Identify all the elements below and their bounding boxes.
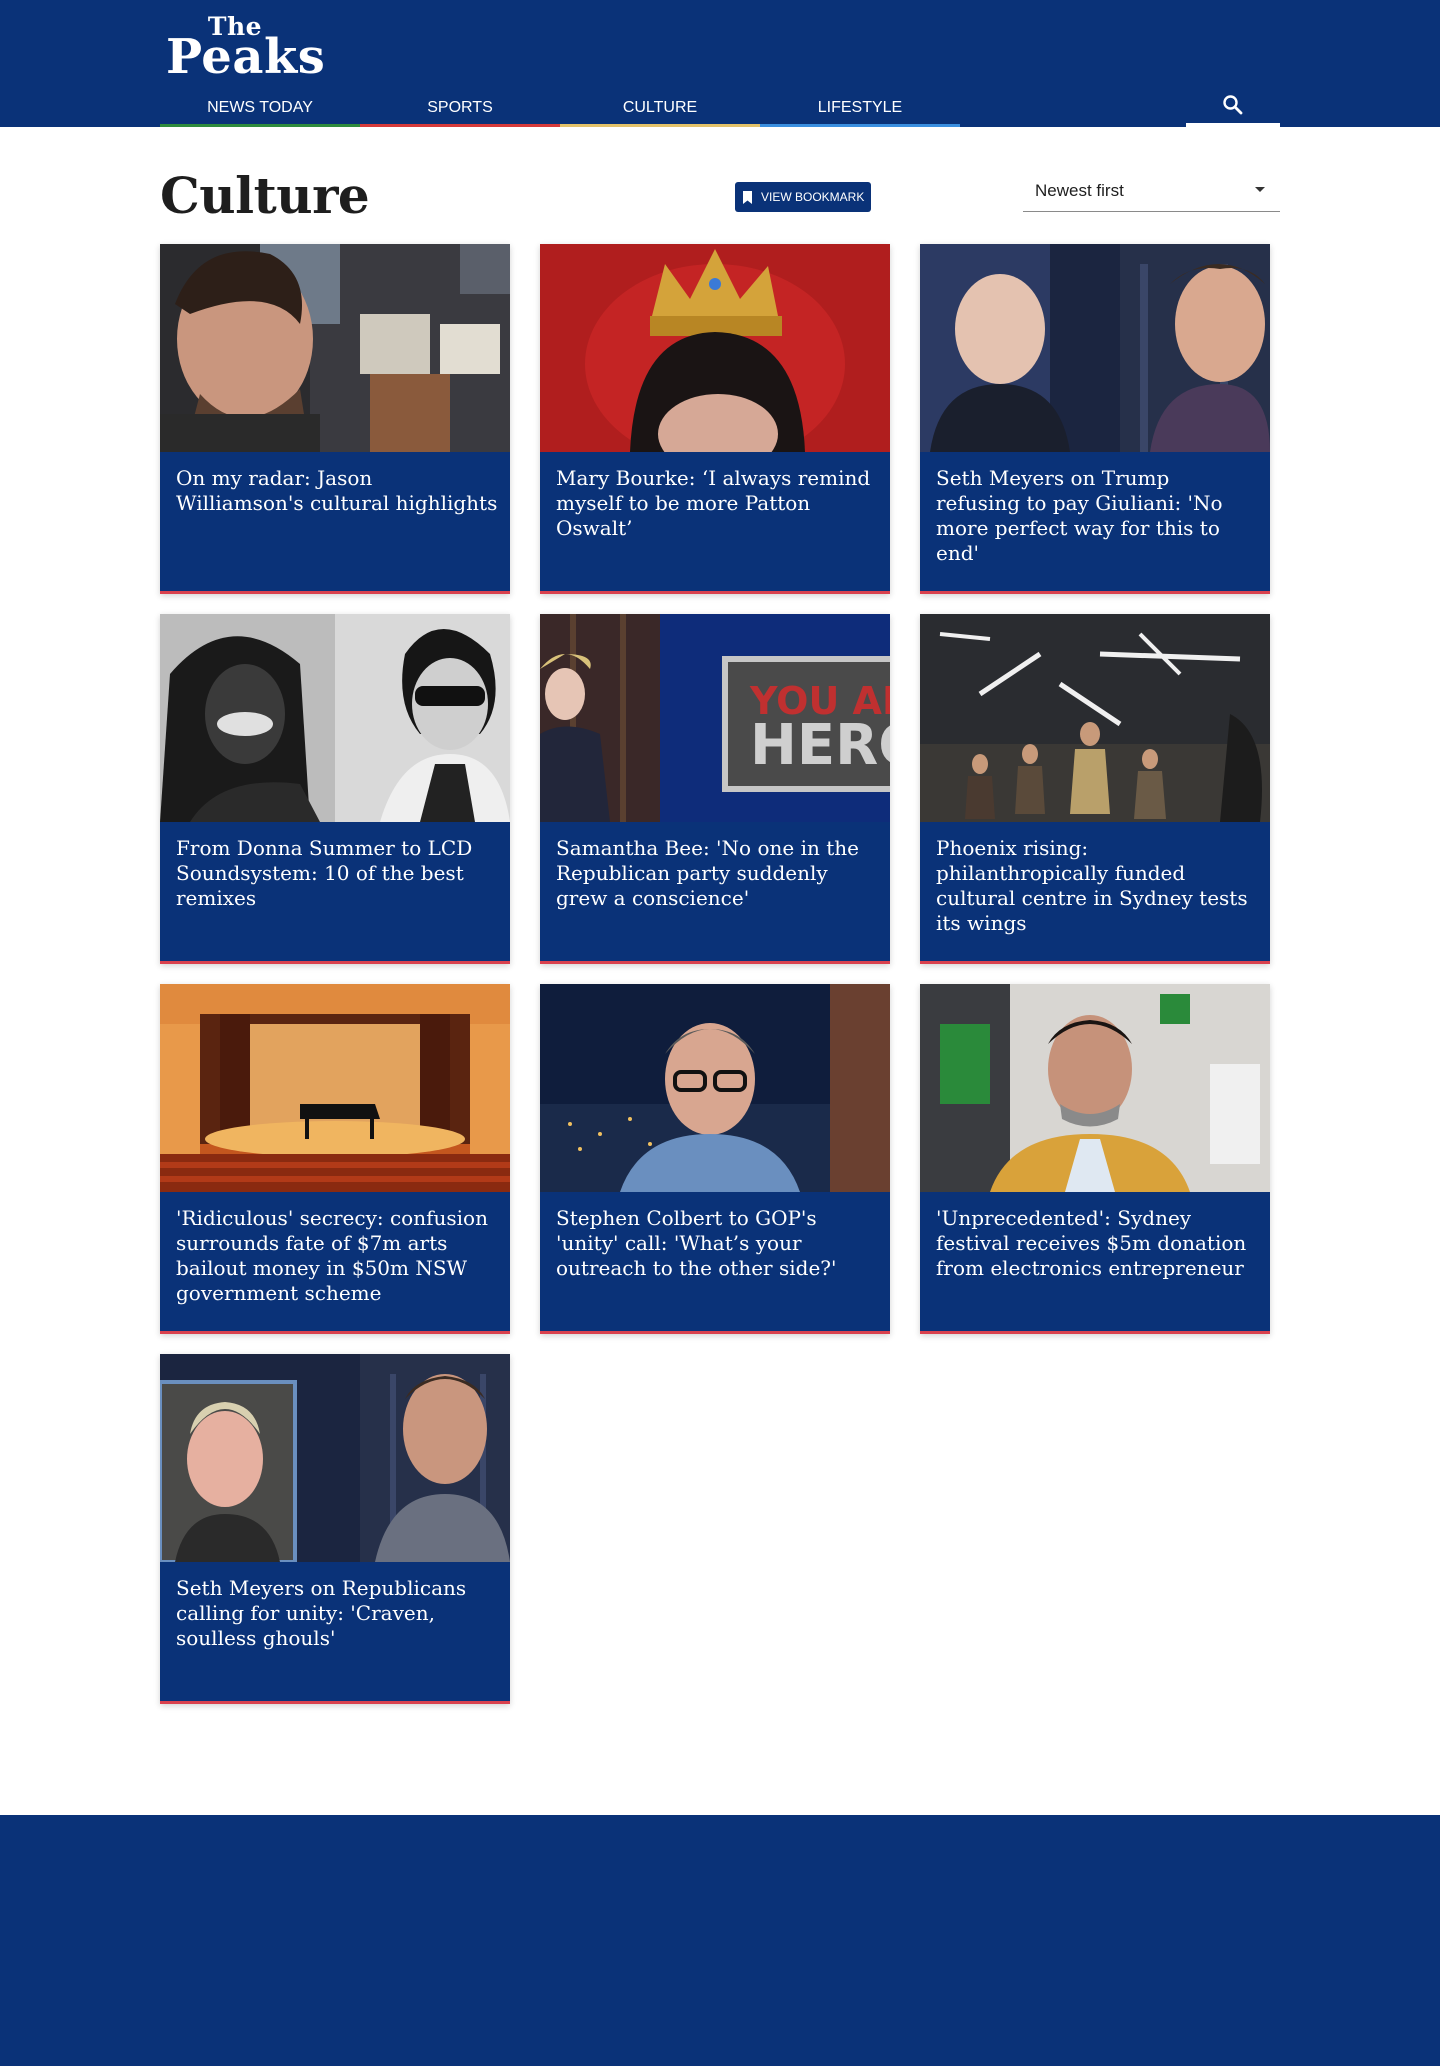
article-card[interactable]: 'Ridiculous' secrecy: confusion surround… [160,984,510,1334]
article-card[interactable]: Seth Meyers on Trump refusing to pay Giu… [920,244,1270,594]
article-image [160,614,510,822]
card-accent-line [540,591,890,594]
article-image: YOU ARE HERO [540,614,890,822]
article-image [920,614,1270,822]
article-headline: Phoenix rising: philanthropically funded… [936,836,1248,935]
view-bookmark-label: VIEW BOOKMARK [761,190,865,204]
article-card[interactable]: Phoenix rising: philanthropically funded… [920,614,1270,964]
site-header: The Peaks NEWS TODAY SPORTS CULTURE LIFE… [0,0,1440,127]
article-headline: 'Unprecedented': Sydney festival receive… [936,1206,1247,1280]
nav-label: CULTURE [622,99,698,116]
card-accent-line [920,591,1270,594]
card-accent-line [920,1331,1270,1334]
article-image [920,984,1270,1192]
article-headline: Seth Meyers on Republicans calling for u… [176,1576,467,1650]
card-accent-line [160,961,510,964]
view-bookmark-button[interactable]: VIEW BOOKMARK [735,182,871,212]
article-card[interactable]: Mary Bourke: ‘I always remind myself to … [540,244,890,594]
article-card[interactable]: Seth Meyers on Republicans calling for u… [160,1354,510,1704]
article-card[interactable]: YOU ARE HERO Samantha Bee: 'No one in th… [540,614,890,964]
search-button[interactable] [1186,88,1280,127]
nav-color-bar [560,124,760,127]
main-nav: NEWS TODAY SPORTS CULTURE LIFESTYLE [160,96,960,127]
article-card[interactable]: 'Unprecedented': Sydney festival receive… [920,984,1270,1334]
article-image [160,244,510,452]
nav-color-bar [760,124,960,127]
chevron-down-icon [1255,187,1265,192]
article-image [540,984,890,1192]
card-accent-line [540,1331,890,1334]
article-image [160,1354,510,1562]
article-image [540,244,890,452]
card-accent-line [160,1701,510,1704]
nav-color-bar [360,124,560,127]
nav-item-lifestyle[interactable]: LIFESTYLE [760,96,960,127]
nav-item-news-today[interactable]: NEWS TODAY [160,96,360,127]
site-footer [0,1815,1440,2066]
nav-color-bar [160,124,360,127]
article-card[interactable]: On my radar: Jason Williamson's cultural… [160,244,510,594]
search-icon [1223,95,1243,115]
site-logo[interactable]: The Peaks [166,14,326,85]
card-accent-line [160,591,510,594]
svg-text:HERO: HERO [750,713,890,778]
nav-item-sports[interactable]: SPORTS [360,96,560,127]
article-headline: On my radar: Jason Williamson's cultural… [176,466,498,515]
page-title: Culture [160,166,370,225]
nav-label: SPORTS [427,99,493,116]
sort-select-value: Newest first [1035,181,1124,200]
card-accent-line [920,961,1270,964]
article-card[interactable]: From Donna Summer to LCD Soundsystem: 10… [160,614,510,964]
search-active-underline [1186,123,1280,127]
nav-item-culture[interactable]: CULTURE [560,96,760,127]
article-image [160,984,510,1192]
bookmark-icon [743,190,752,204]
article-image [920,244,1270,452]
sort-select[interactable]: Newest first [1023,170,1280,212]
article-headline: Seth Meyers on Trump refusing to pay Giu… [936,466,1223,565]
card-accent-line [540,961,890,964]
article-headline: From Donna Summer to LCD Soundsystem: 10… [176,836,473,910]
logo-peaks: Peaks [166,29,326,85]
article-headline: Stephen Colbert to GOP's 'unity' call: '… [556,1206,837,1280]
article-headline: 'Ridiculous' secrecy: confusion surround… [176,1206,488,1305]
nav-label: LIFESTYLE [817,99,903,116]
article-headline: Samantha Bee: 'No one in the Republican … [556,836,859,910]
article-card[interactable]: Stephen Colbert to GOP's 'unity' call: '… [540,984,890,1334]
article-headline: Mary Bourke: ‘I always remind myself to … [556,466,871,540]
nav-label: NEWS TODAY [207,99,313,116]
card-accent-line [160,1331,510,1334]
